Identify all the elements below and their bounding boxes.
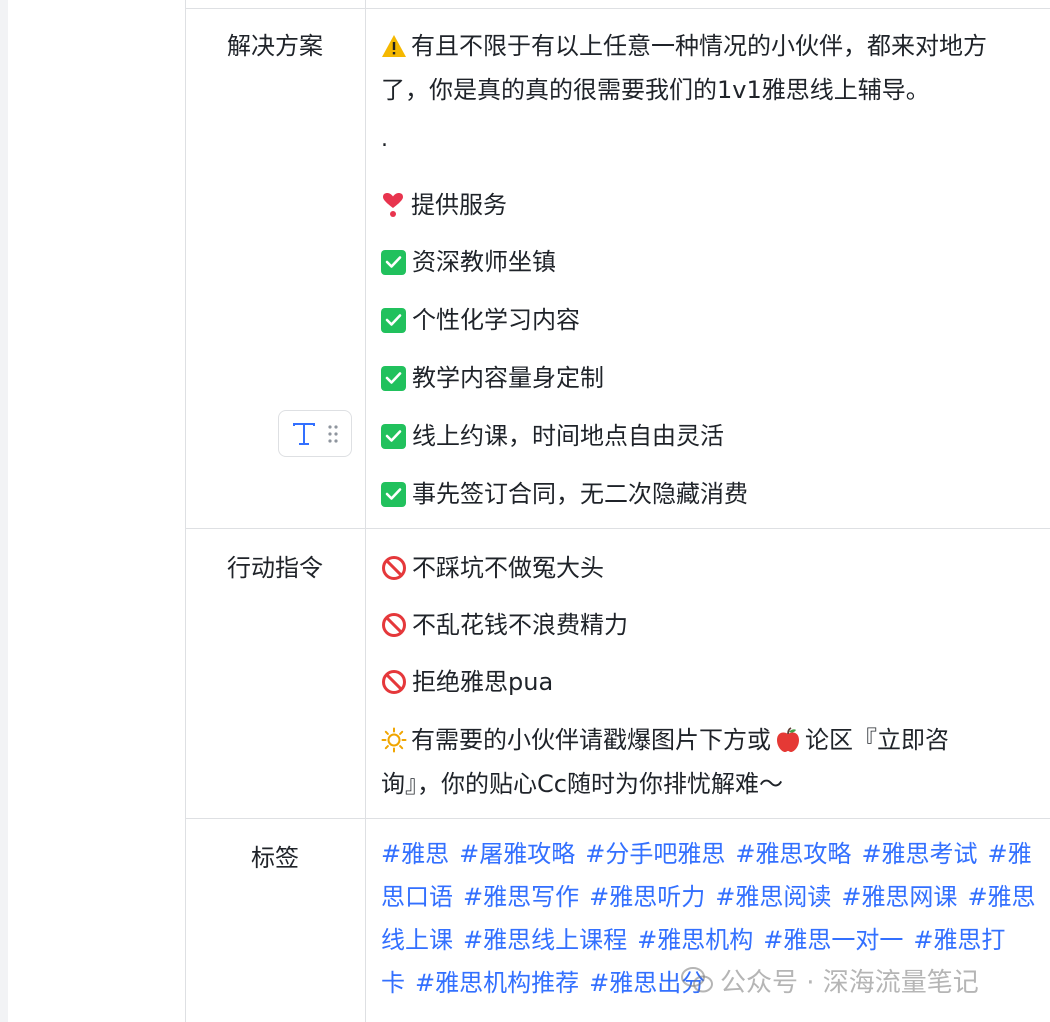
service-item-text: 资深教师坐镇 xyxy=(412,248,556,276)
hashtag-link[interactable]: #雅思线上课程 xyxy=(463,926,627,954)
cta-text-a: 有需要的小伙伴请戳爆图片下方或 xyxy=(411,726,771,754)
row-label-tags: 标签 xyxy=(251,844,299,872)
hashtag-link[interactable]: #屠雅攻略 xyxy=(459,840,575,868)
check-box-icon xyxy=(381,423,406,449)
left-gutter xyxy=(0,0,8,1022)
service-item-text: 教学内容量身定制 xyxy=(412,364,604,392)
service-item: 事先签订合同，无二次隐藏消费 xyxy=(381,478,748,510)
dot-text: . xyxy=(381,127,388,152)
hashtag-link[interactable]: #雅思机构推荐 xyxy=(415,969,579,997)
table-column-divider xyxy=(365,0,366,1022)
heart-exclamation-icon xyxy=(383,193,403,217)
hashtag-link[interactable]: #雅思网课 xyxy=(841,883,957,911)
block-toolbar[interactable] xyxy=(278,410,352,457)
service-item-text: 事先签订合同，无二次隐藏消费 xyxy=(412,480,748,508)
prohibited-icon xyxy=(382,613,406,637)
check-box-icon xyxy=(381,307,406,333)
hashtag-link[interactable]: #雅思攻略 xyxy=(735,840,851,868)
cta-line-2: 询』，你的贴心Cc随时为你排忧解难～ xyxy=(381,768,783,800)
cta-text-b: 论区『立即咨 xyxy=(805,726,949,754)
drag-handle-icon[interactable] xyxy=(327,423,339,445)
row-label-solution: 解决方案 xyxy=(227,32,323,60)
row-label-action: 行动指令 xyxy=(227,554,323,582)
prohibited-icon xyxy=(382,556,406,580)
content-table: 解决方案 行动指令 标签 有且不限于有以上任意一种情况的小伙伴，都来对地方 了，… xyxy=(185,0,1050,1022)
services-title: 提供服务 xyxy=(411,191,507,219)
separator-dot: . xyxy=(381,124,388,156)
hashtag-link[interactable]: #雅思机构 xyxy=(637,926,753,954)
intro-line-2: 了，你是真的真的很需要我们的1v1雅思线上辅导。 xyxy=(381,74,930,106)
action-item: 拒绝雅思pua xyxy=(381,666,553,698)
action-item-text: 不乱花钱不浪费精力 xyxy=(412,611,628,639)
intro-line-1: 有且不限于有以上任意一种情况的小伙伴，都来对地方 xyxy=(381,30,987,62)
service-item: 资深教师坐镇 xyxy=(381,246,556,278)
watermark-text: 公众号 · 深海流量笔记 xyxy=(720,967,979,998)
service-item: 线上约课，时间地点自由灵活 xyxy=(381,420,724,452)
prohibited-icon xyxy=(382,670,406,694)
table-row-divider xyxy=(185,818,1050,819)
apple-icon xyxy=(777,727,799,752)
action-cell[interactable]: 不踩坑不做冤大头 不乱花钱不浪费精力 拒绝雅思pua 有需要的小伙伴请戳爆图片下… xyxy=(381,528,1041,818)
sun-icon xyxy=(381,727,407,753)
hashtag-link[interactable]: #雅思 xyxy=(381,840,449,868)
watermark: 公众号 · 深海流量笔记 xyxy=(680,960,979,1000)
cta-line-1: 有需要的小伙伴请戳爆图片下方或 论区『立即咨 xyxy=(381,724,949,756)
service-item-text: 个性化学习内容 xyxy=(412,306,580,334)
hashtag-link[interactable]: #雅思考试 xyxy=(861,840,977,868)
action-item-text: 拒绝雅思pua xyxy=(412,668,554,696)
cta-text-c: 询』，你的贴心Cc随时为你排忧解难～ xyxy=(381,770,783,798)
check-box-icon xyxy=(381,365,406,391)
action-item-text: 不踩坑不做冤大头 xyxy=(412,554,604,582)
intro-text-1: 有且不限于有以上任意一种情况的小伙伴，都来对地方 xyxy=(411,32,987,60)
service-item: 教学内容量身定制 xyxy=(381,362,604,394)
check-box-icon xyxy=(381,481,406,507)
check-box-icon xyxy=(381,249,406,275)
action-item: 不踩坑不做冤大头 xyxy=(381,552,604,584)
wechat-icon xyxy=(681,967,713,993)
hashtag-link[interactable]: #雅思阅读 xyxy=(715,883,831,911)
hashtag-link[interactable]: #雅思一对一 xyxy=(763,926,903,954)
hashtag-link[interactable]: #雅思写作 xyxy=(463,883,579,911)
hashtag-link[interactable]: #雅思听力 xyxy=(589,883,705,911)
solution-cell[interactable]: 有且不限于有以上任意一种情况的小伙伴，都来对地方 了，你是真的真的很需要我们的1… xyxy=(381,0,1041,520)
services-title-line: 提供服务 xyxy=(381,189,507,221)
warning-icon xyxy=(382,35,406,57)
text-format-icon[interactable] xyxy=(291,421,317,447)
service-item: 个性化学习内容 xyxy=(381,304,580,336)
hashtag-link[interactable]: #分手吧雅思 xyxy=(585,840,725,868)
intro-text-2: 了，你是真的真的很需要我们的1v1雅思线上辅导。 xyxy=(381,76,930,104)
action-item: 不乱花钱不浪费精力 xyxy=(381,609,628,641)
service-item-text: 线上约课，时间地点自由灵活 xyxy=(412,422,724,450)
